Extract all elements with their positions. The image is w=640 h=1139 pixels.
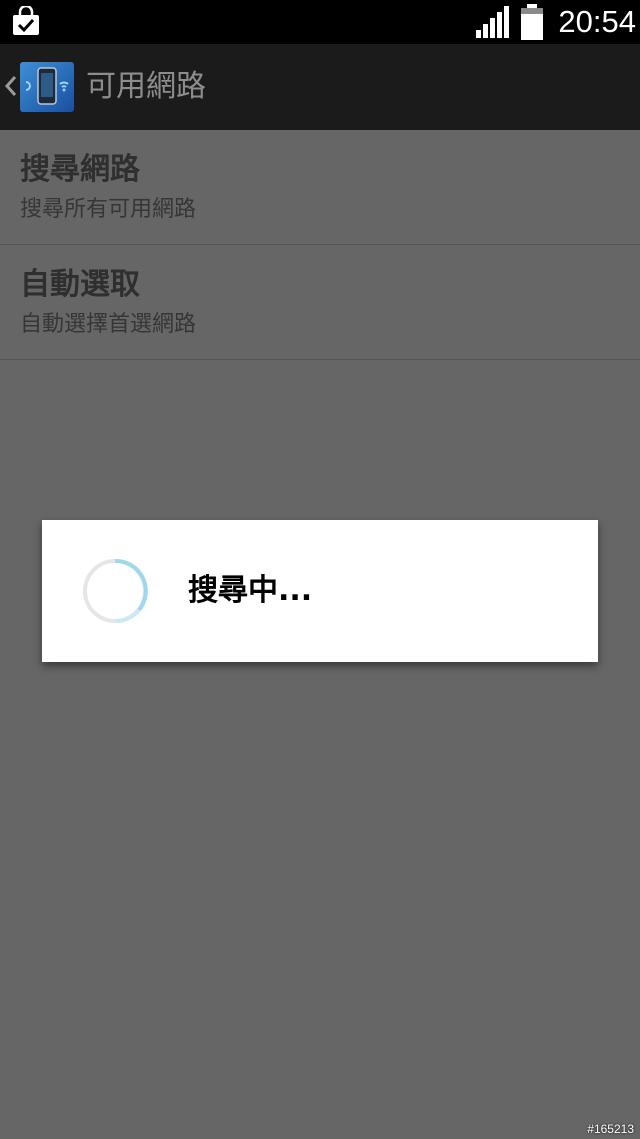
battery-icon [521, 4, 543, 40]
list-item-summary: 搜尋所有可用網路 [20, 197, 197, 222]
back-chevron-icon[interactable] [4, 74, 18, 98]
spinner-icon [83, 558, 148, 624]
screen: 20:54 可用網路 搜尋網路 搜尋所有可用網路 自動選取 自動選擇首選網路 搜… [0, 0, 640, 1139]
status-bar: 20:54 [0, 0, 640, 44]
settings-list: 搜尋網路 搜尋所有可用網路 自動選取 自動選擇首選網路 [0, 130, 640, 360]
watermark: #165213 [587, 1122, 634, 1136]
app-icon[interactable] [20, 62, 74, 112]
list-item-search-networks[interactable]: 搜尋網路 搜尋所有可用網路 [0, 130, 640, 245]
list-item-auto-select[interactable]: 自動選取 自動選擇首選網路 [0, 245, 640, 360]
list-item-title: 搜尋網路 [20, 152, 140, 187]
progress-dialog: 搜尋中... [42, 520, 598, 662]
list-item-summary: 自動選擇首選網路 [20, 312, 197, 337]
signal-icon [476, 6, 509, 38]
page-title: 可用網路 [86, 69, 206, 104]
dialog-message: 搜尋中... [188, 573, 313, 608]
list-item-title: 自動選取 [20, 267, 140, 302]
shopping-bag-check-icon [13, 6, 39, 35]
status-time: 20:54 [558, 4, 636, 39]
action-bar: 可用網路 [0, 44, 640, 130]
